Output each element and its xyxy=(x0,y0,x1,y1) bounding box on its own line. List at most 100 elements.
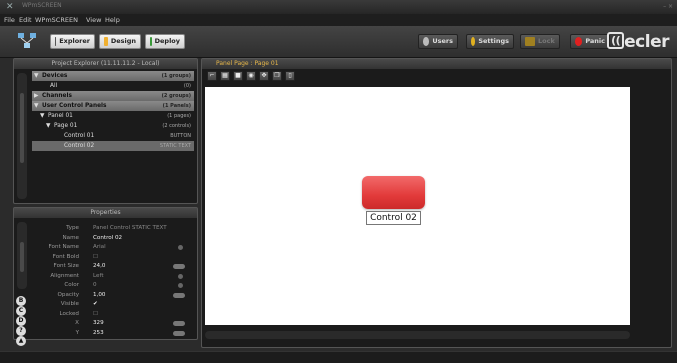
explorer-button[interactable]: Explorer xyxy=(50,34,95,49)
canvas-horizontal-scrollbar[interactable] xyxy=(205,331,630,339)
properties-scrollbar[interactable] xyxy=(17,222,27,289)
stepper-control[interactable] xyxy=(173,330,185,336)
tree-item[interactable]: ▼ Page 01 (2 controls) xyxy=(32,121,194,131)
design-button[interactable]: Design xyxy=(99,34,141,49)
tree-item-info: (0) xyxy=(183,83,191,89)
window-controls[interactable]: – × xyxy=(663,3,673,10)
property-value[interactable]: 253 xyxy=(93,329,104,339)
tree-item-label: User Control Panels xyxy=(42,103,107,109)
property-key: Alignment xyxy=(50,272,79,279)
property-row: Type Panel Control STATIC TEXT xyxy=(32,224,191,234)
project-explorer-panel: Project Explorer (11.11.11.2 - Local) ▼ D… xyxy=(13,58,198,204)
property-row: Name Control 02 xyxy=(32,234,191,244)
explorer-scrollbar[interactable] xyxy=(17,73,27,199)
copy-tool-icon[interactable]: ❐ xyxy=(272,71,282,81)
tree-item-info: (2 controls) xyxy=(162,123,191,129)
scroll-thumb[interactable] xyxy=(20,242,24,272)
panic-icon xyxy=(575,37,583,46)
property-value[interactable]: 24,0 xyxy=(93,262,105,272)
side-tool-button[interactable]: D xyxy=(16,316,26,326)
tree-section[interactable]: ▶ Channels (2 groups) xyxy=(32,91,194,101)
project-explorer-title: Project Explorer (11.11.11.2 - Local) xyxy=(14,59,197,69)
tree-item-info: (1 Panels) xyxy=(162,103,191,109)
property-value[interactable]: ☐ xyxy=(93,310,98,320)
property-value[interactable]: Left xyxy=(93,272,104,282)
select-tool-icon[interactable]: ⌐ xyxy=(207,71,217,81)
stepper-control[interactable] xyxy=(173,264,185,269)
lock-icon xyxy=(525,37,535,46)
tree-item-label: Devices xyxy=(42,73,68,79)
control-02-static-text[interactable]: Control 02 xyxy=(366,211,421,225)
lock-button[interactable]: Lock xyxy=(520,34,560,49)
expand-arrow-icon[interactable]: ▼ xyxy=(34,71,42,81)
tree-item-info: (1 groups) xyxy=(161,73,191,79)
property-value[interactable]: 0 xyxy=(93,281,97,291)
tree-item-info: (2 groups) xyxy=(161,93,191,99)
property-value[interactable]: ☐ xyxy=(93,253,98,263)
property-key: Font Size xyxy=(53,263,79,269)
tree-item-label: Control 02 xyxy=(64,143,95,149)
expand-arrow-icon[interactable]: ▶ xyxy=(34,91,42,101)
expand-arrow-icon[interactable]: ▼ xyxy=(40,111,48,121)
network-icon xyxy=(18,33,36,48)
picker-button[interactable] xyxy=(178,273,183,279)
page-canvas[interactable]: Control 02 xyxy=(205,87,630,325)
picker-button[interactable] xyxy=(178,283,183,288)
tree-section[interactable]: ▼ Devices (1 groups) xyxy=(32,71,194,81)
menu-edit[interactable]: Edit xyxy=(19,15,32,25)
menu-file[interactable]: File xyxy=(4,15,15,25)
grid-tool-icon[interactable]: ▦ xyxy=(220,71,230,81)
expand-arrow-icon[interactable]: ▼ xyxy=(46,121,54,131)
picker-button[interactable] xyxy=(178,245,183,250)
text-tool-icon[interactable]: ◉ xyxy=(246,71,256,81)
property-value[interactable]: ✔ xyxy=(93,300,98,310)
tree-item-info: (1 pages) xyxy=(167,113,191,119)
stepper-control[interactable] xyxy=(173,321,185,326)
tree-item[interactable]: Control 01 BUTTON xyxy=(32,131,194,141)
property-value[interactable]: 1,00 xyxy=(93,291,105,301)
tree-item[interactable]: All (0) xyxy=(32,81,194,91)
tree-section[interactable]: ▼ User Control Panels (1 Panels) xyxy=(32,101,194,111)
ecler-mark-icon: (( xyxy=(607,32,625,49)
property-row: Alignment Left xyxy=(32,272,191,282)
panel-page-title: Panel Page : Page 01 xyxy=(202,59,671,69)
design-icon xyxy=(104,37,108,46)
menu-help[interactable]: Help xyxy=(105,15,120,25)
deploy-button[interactable]: Deploy xyxy=(145,34,185,49)
explorer-icon xyxy=(55,37,57,46)
side-tool-button[interactable]: ▲ xyxy=(16,336,26,346)
expand-arrow-icon[interactable]: ▼ xyxy=(34,101,42,111)
stepper-control[interactable] xyxy=(173,292,185,298)
brand-text: ecler xyxy=(624,32,669,52)
control-01-button[interactable] xyxy=(362,176,425,209)
main-toolbar: Explorer Design Deploy Users Settings Lo… xyxy=(0,26,677,58)
button-tool-icon[interactable]: ■ xyxy=(233,71,243,81)
deploy-icon xyxy=(150,37,152,46)
property-value[interactable]: Panel Control STATIC TEXT xyxy=(93,224,167,234)
lock-label: Lock xyxy=(538,37,555,45)
settings-button[interactable]: Settings xyxy=(466,34,514,49)
tree-item[interactable]: Control 02 STATIC TEXT xyxy=(32,141,194,151)
property-key: Visible xyxy=(60,301,79,307)
property-value[interactable]: 329 xyxy=(93,319,104,329)
deploy-label: Deploy xyxy=(154,37,180,45)
property-key: Color xyxy=(64,282,79,288)
tree-item[interactable]: ▼ Panel 01 (1 pages) xyxy=(32,111,194,121)
menu-view[interactable]: View xyxy=(86,15,101,25)
side-tool-button[interactable]: B xyxy=(16,296,26,306)
menu-wpmscreen[interactable]: WPmSCREEN xyxy=(35,15,78,25)
design-label: Design xyxy=(110,37,136,45)
panic-button[interactable]: Panic xyxy=(570,34,610,49)
delete-tool-icon[interactable]: ▯ xyxy=(285,71,295,81)
side-tool-button[interactable]: C xyxy=(16,306,26,316)
move-tool-icon[interactable]: ✥ xyxy=(259,71,269,81)
property-value[interactable]: Control 02 xyxy=(93,234,122,244)
side-tool-button[interactable]: ? xyxy=(16,326,26,336)
users-button[interactable]: Users xyxy=(418,34,458,49)
scroll-thumb[interactable] xyxy=(20,93,24,163)
property-key: Font Bold xyxy=(52,253,79,260)
property-value[interactable]: Arial xyxy=(93,243,106,253)
property-key: Locked xyxy=(59,310,79,317)
property-row: Y 253 xyxy=(32,329,191,339)
property-row: Visible ✔ xyxy=(32,300,191,310)
